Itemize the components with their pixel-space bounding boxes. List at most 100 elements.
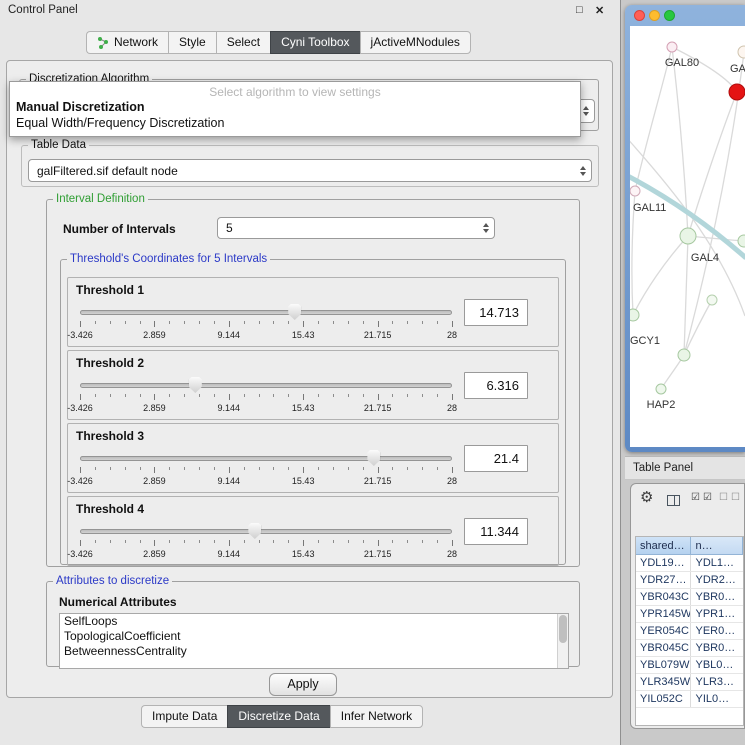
- threshold-section: Threshold 2 -3.4262.8599.14415.4321.7152…: [67, 350, 559, 420]
- threshold-section: Threshold 1 -3.4262.8599.14415.4321.7152…: [67, 277, 559, 347]
- table-cell[interactable]: YBR0…: [691, 589, 743, 605]
- network-node[interactable]: [678, 349, 690, 361]
- table-cell[interactable]: YBL0…: [691, 657, 743, 673]
- table-row[interactable]: YDL19…YDL1…: [636, 555, 743, 572]
- threshold-slider[interactable]: -3.4262.8599.14415.4321.71528: [80, 304, 452, 344]
- table-cell[interactable]: YIL052C: [636, 691, 691, 707]
- column-header[interactable]: n…: [691, 537, 743, 555]
- table-row[interactable]: YPR145WYPR1…: [636, 606, 743, 623]
- table-row[interactable]: YDR27…YDR2…: [636, 572, 743, 589]
- tick-label: -3.426: [67, 549, 93, 559]
- network-node[interactable]: [680, 228, 696, 244]
- checkbox-icon[interactable]: ☐: [731, 492, 742, 503]
- mac-close-icon[interactable]: [634, 10, 645, 21]
- table-cell[interactable]: YDL19…: [636, 555, 691, 571]
- gear-icon[interactable]: ⚙: [640, 490, 653, 505]
- tab-label: jActiveMNodules: [371, 35, 460, 49]
- table-data-combo[interactable]: galFiltered.sif default node: [28, 159, 592, 182]
- table-cell[interactable]: YER0…: [691, 623, 743, 639]
- threshold-value-field[interactable]: [464, 372, 528, 399]
- mac-minimize-icon[interactable]: [649, 10, 660, 21]
- table-cell[interactable]: YBR0…: [691, 640, 743, 656]
- tab-infer-network[interactable]: Infer Network: [330, 705, 423, 728]
- tab-discretize-data[interactable]: Discretize Data: [227, 705, 329, 728]
- network-node[interactable]: [738, 235, 745, 247]
- tab-select[interactable]: Select: [216, 31, 270, 54]
- network-node[interactable]: [738, 46, 745, 58]
- tab-label: Style: [179, 35, 206, 49]
- table-cell[interactable]: YBR043C: [636, 589, 691, 605]
- table-row[interactable]: YBL079WYBL0…: [636, 657, 743, 674]
- table-cell[interactable]: YBR045C: [636, 640, 691, 656]
- list-item[interactable]: BetweennessCentrality: [60, 644, 568, 659]
- table-cell[interactable]: YLR3…: [691, 674, 743, 690]
- table-row[interactable]: YIL052CYIL0…: [636, 691, 743, 708]
- table-cell[interactable]: YER054C: [636, 623, 691, 639]
- network-node-selected[interactable]: [729, 84, 745, 100]
- column-manager-icon[interactable]: [667, 495, 680, 506]
- network-canvas[interactable]: GAL80 GA GAL11 GAL4 GCY1 HAP2: [630, 26, 745, 447]
- slider-track[interactable]: [80, 456, 452, 461]
- menu-item-equal-width-frequency[interactable]: Equal Width/Frequency Discretization: [10, 115, 580, 131]
- tab-cyni-toolbox[interactable]: Cyni Toolbox: [270, 31, 359, 54]
- tick-label: 21.715: [364, 403, 392, 413]
- column-header[interactable]: shared…: [636, 537, 691, 555]
- table-row[interactable]: YBR045CYBR0…: [636, 640, 743, 657]
- checkbox-icon[interactable]: ☐: [719, 492, 730, 503]
- slider-thumb[interactable]: [367, 450, 380, 466]
- table-cell[interactable]: YDR27…: [636, 572, 691, 588]
- close-icon[interactable]: ✕: [595, 4, 604, 17]
- table-cell[interactable]: YPR145W: [636, 606, 691, 622]
- chevron-up-down-icon: [580, 166, 586, 176]
- tab-jactivemnodules[interactable]: jActiveMNodules: [360, 31, 471, 54]
- network-node[interactable]: [630, 186, 640, 196]
- threshold-value-field[interactable]: [464, 518, 528, 545]
- table-cell[interactable]: YIL0…: [691, 691, 743, 707]
- list-item[interactable]: SelfLoops: [60, 614, 568, 629]
- network-node[interactable]: [707, 295, 717, 305]
- threshold-value-field[interactable]: [464, 445, 528, 472]
- slider-thumb[interactable]: [288, 304, 301, 320]
- scrollbar-thumb[interactable]: [559, 615, 567, 643]
- slider-tick-labels: -3.4262.8599.14415.4321.71528: [80, 476, 452, 486]
- table-row[interactable]: YLR345WYLR3…: [636, 674, 743, 691]
- table-row[interactable]: YBR043CYBR0…: [636, 589, 743, 606]
- tick-label: 28: [447, 476, 457, 486]
- table-cell[interactable]: YBL079W: [636, 657, 691, 673]
- slider-ticks: [80, 540, 452, 547]
- threshold-slider[interactable]: -3.4262.8599.14415.4321.71528: [80, 377, 452, 417]
- table-cell[interactable]: YDR2…: [691, 572, 743, 588]
- threshold-section: Threshold 4 -3.4262.8599.14415.4321.7152…: [67, 496, 559, 566]
- network-node[interactable]: [667, 42, 677, 52]
- apply-button[interactable]: Apply: [269, 673, 337, 696]
- slider-tick-labels: -3.4262.8599.14415.4321.71528: [80, 549, 452, 559]
- threshold-value-field[interactable]: [464, 299, 528, 326]
- slider-track[interactable]: [80, 310, 452, 315]
- table-cell[interactable]: YDL1…: [691, 555, 743, 571]
- table-row[interactable]: YER054CYER0…: [636, 623, 743, 640]
- network-node[interactable]: [656, 384, 666, 394]
- list-item[interactable]: TopologicalCoefficient: [60, 629, 568, 644]
- tab-style[interactable]: Style: [168, 31, 216, 54]
- slider-track[interactable]: [80, 529, 452, 534]
- threshold-slider[interactable]: -3.4262.8599.14415.4321.71528: [80, 523, 452, 563]
- tick-label: -3.426: [67, 476, 93, 486]
- scrollbar[interactable]: [557, 614, 568, 668]
- slider-thumb[interactable]: [248, 523, 261, 539]
- number-of-intervals-combo[interactable]: 5: [217, 217, 495, 239]
- network-node[interactable]: [630, 309, 639, 321]
- checkbox-icon[interactable]: ☑: [691, 492, 700, 503]
- tab-impute-data[interactable]: Impute Data: [141, 705, 227, 728]
- mac-zoom-icon[interactable]: [664, 10, 675, 21]
- table-cell[interactable]: YPR1…: [691, 606, 743, 622]
- slider-track[interactable]: [80, 383, 452, 388]
- table-cell[interactable]: YLR345W: [636, 674, 691, 690]
- slider-thumb[interactable]: [189, 377, 202, 393]
- tick-label: 21.715: [364, 330, 392, 340]
- menu-item-manual-discretization[interactable]: Manual Discretization: [10, 99, 580, 115]
- checkbox-icon[interactable]: ☑: [703, 492, 712, 503]
- slider-ticks: [80, 321, 452, 328]
- threshold-slider[interactable]: -3.4262.8599.14415.4321.71528: [80, 450, 452, 490]
- float-window-icon[interactable]: □: [576, 4, 583, 16]
- tab-network[interactable]: Network: [86, 31, 168, 54]
